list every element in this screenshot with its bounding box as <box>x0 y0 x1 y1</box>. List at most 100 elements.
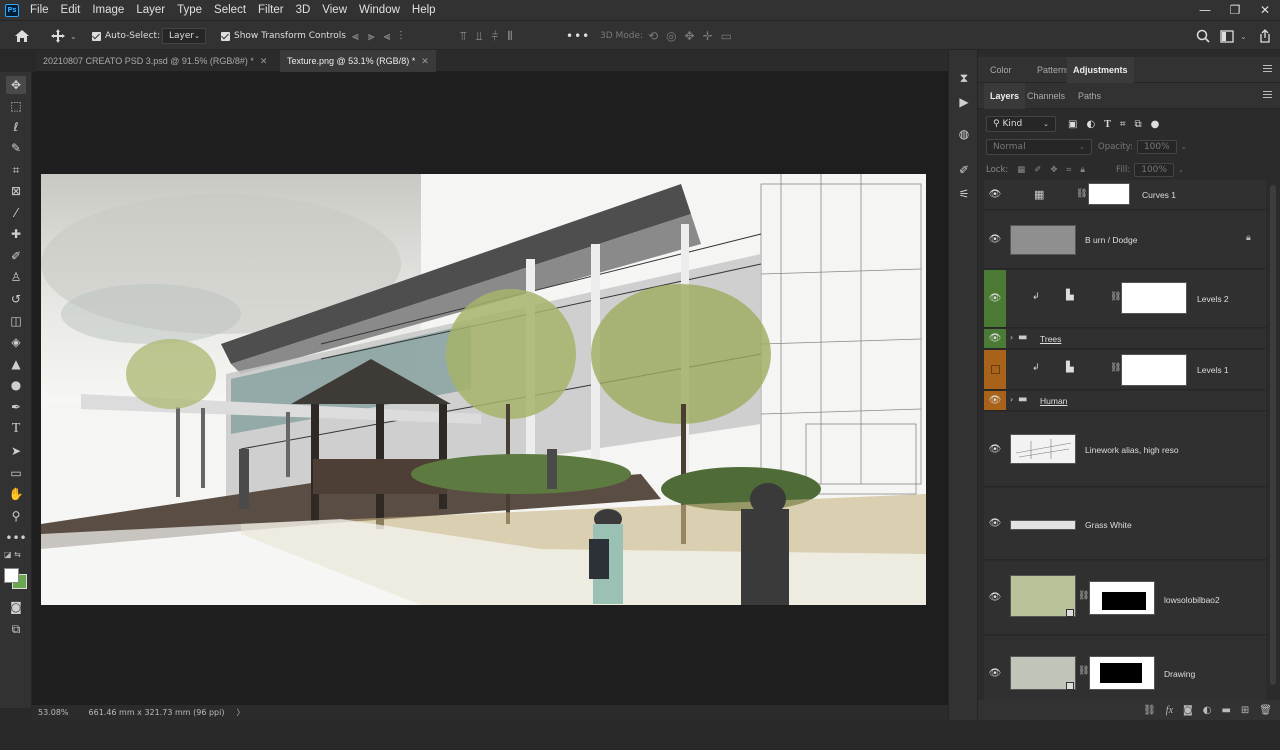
screen-mode-icon[interactable]: ⧉ <box>6 620 26 638</box>
layer-name[interactable]: Human <box>1040 396 1067 406</box>
history-brush-tool-icon[interactable]: ↺ <box>6 290 26 308</box>
workspace-icon[interactable]: ⌄ <box>1220 21 1247 51</box>
tab-paths[interactable]: Paths <box>1072 83 1107 109</box>
menu-select[interactable]: Select <box>214 4 246 16</box>
tab-channels[interactable]: Channels <box>1021 83 1071 109</box>
share-icon[interactable] <box>1258 21 1272 51</box>
lock-position-icon[interactable]: ✥ <box>1050 165 1057 175</box>
search-icon[interactable] <box>1196 21 1210 51</box>
type-tool-icon[interactable]: T <box>6 420 26 438</box>
visibility-eye-icon[interactable]: 👁︎ <box>984 329 1006 348</box>
clone-stamp-tool-icon[interactable]: ♙ <box>6 268 26 286</box>
layer-row-levels-2[interactable]: 👁︎ ↲ ▙ ⛓︎ Levels 2 <box>984 270 1266 328</box>
visibility-eye-icon[interactable]: 👁︎ <box>984 211 1006 268</box>
home-icon[interactable] <box>14 21 30 51</box>
layer-row-burn-dodge[interactable]: 👁︎ B urn / Dodge 🔒︎ <box>984 211 1266 269</box>
link-layers-icon[interactable]: ⛓︎ <box>1143 705 1156 716</box>
shape-filter-icon[interactable]: ⌗ <box>1120 119 1126 130</box>
tab-adjustments[interactable]: Adjustments <box>1067 57 1134 83</box>
smart-object-filter-icon[interactable]: ⧉ <box>1135 119 1142 130</box>
align-left-icon[interactable]: ⫷ <box>352 29 359 44</box>
healing-brush-tool-icon[interactable]: ✚ <box>6 225 26 243</box>
pen-tool-icon[interactable]: ✒ <box>6 398 26 416</box>
layer-mask-thumbnail[interactable] <box>1088 183 1130 205</box>
maximize-button[interactable]: ❐ <box>1220 0 1250 20</box>
add-mask-icon[interactable]: ◙ <box>1183 705 1193 716</box>
align-middle-icon[interactable]: ⫫ <box>476 29 483 44</box>
rectangle-tool-icon[interactable]: ▭ <box>6 464 26 482</box>
move-tool-icon[interactable]: ✥ <box>6 76 26 94</box>
menu-view[interactable]: View <box>322 4 347 16</box>
move-tool-preset-icon[interactable]: ⌄ <box>50 21 77 51</box>
marquee-tool-icon[interactable]: ⬚ <box>6 97 26 115</box>
layer-row-curves-1[interactable]: 👁︎ ▦ ⛓︎ Curves 1 <box>984 180 1266 210</box>
quick-mask-icon[interactable]: ◙ <box>6 598 26 616</box>
layer-group-human[interactable]: 👁︎ › ▬ Human <box>984 391 1266 411</box>
delete-layer-icon[interactable]: 🗑︎ <box>1259 705 1272 716</box>
opacity-dropdown-icon[interactable]: ⌄ <box>1181 143 1187 151</box>
swap-colors-icon[interactable]: ◪ ⇆ <box>4 550 28 562</box>
mask-link-icon[interactable]: ⛓︎ <box>1076 189 1087 199</box>
layer-name[interactable]: Levels 2 <box>1197 294 1229 304</box>
layer-name[interactable]: Grass White <box>1085 520 1132 530</box>
new-adjustment-layer-icon[interactable]: ◐ <box>1203 705 1212 716</box>
layer-row-grass-white[interactable]: 👁︎ Grass White <box>984 488 1266 560</box>
layer-row-lowsolobilbao2[interactable]: 👁︎ ⛓︎ lowsolobilbao2 <box>984 561 1266 635</box>
mask-link-icon[interactable]: ⛓︎ <box>1110 363 1121 373</box>
hand-tool-icon[interactable]: ✋ <box>6 485 26 503</box>
visibility-eye-icon[interactable]: 👁︎ <box>984 270 1006 327</box>
menu-help[interactable]: Help <box>412 4 436 16</box>
mask-link-icon[interactable]: ⛓︎ <box>1078 666 1089 676</box>
layer-mask-thumbnail[interactable] <box>1121 282 1187 314</box>
slide-3d-icon[interactable]: ✛ <box>703 29 713 43</box>
pan-3d-icon[interactable]: ✥ <box>685 29 695 43</box>
tab-texture-png[interactable]: Texture.png @ 53.1% (RGB/8) * ✕ <box>280 50 436 72</box>
brush-settings-icon[interactable]: ✐ <box>955 162 973 178</box>
menu-window[interactable]: Window <box>359 4 400 16</box>
layer-style-icon[interactable]: fx <box>1166 705 1173 716</box>
layer-mask-thumbnail[interactable] <box>1089 581 1155 615</box>
filter-toggle-icon[interactable]: ● <box>1151 119 1160 130</box>
visibility-hidden-box[interactable] <box>984 350 1006 389</box>
layer-name[interactable]: Curves 1 <box>1142 190 1176 200</box>
type-filter-icon[interactable]: T <box>1104 119 1111 130</box>
eyedropper-tool-icon[interactable]: ⁄ <box>6 204 26 222</box>
frame-tool-icon[interactable]: ⊠ <box>6 182 26 200</box>
layer-name[interactable]: Levels 1 <box>1197 365 1229 375</box>
close-button[interactable]: ✕ <box>1250 0 1280 20</box>
layer-group-trees[interactable]: 👁︎ › ▬ Trees <box>984 329 1266 349</box>
blend-mode-dropdown[interactable]: Normal ⌄ <box>986 139 1092 155</box>
adjust-sliders-icon[interactable]: ⚟ <box>955 186 973 202</box>
layer-mask-thumbnail[interactable] <box>1121 354 1187 386</box>
dodge-tool-icon[interactable]: ● <box>6 376 26 394</box>
group-expand-chevron-icon[interactable]: › <box>1010 395 1013 404</box>
pixel-filter-icon[interactable]: ▣ <box>1068 119 1077 130</box>
foreground-color-swatch[interactable] <box>4 568 19 583</box>
lock-image-icon[interactable]: ✐ <box>1034 165 1041 175</box>
blur-tool-icon[interactable]: ▲ <box>6 355 26 373</box>
edit-toolbar-icon[interactable]: ••• <box>5 529 26 547</box>
new-layer-icon[interactable]: ⊞ <box>1241 705 1249 716</box>
layer-row-linework[interactable]: 👁︎ Linework alias, high reso <box>984 412 1266 487</box>
adjustment-filter-icon[interactable]: ◐ <box>1086 119 1095 130</box>
document-image[interactable] <box>41 174 926 605</box>
layer-name[interactable]: B urn / Dodge <box>1085 235 1137 245</box>
opacity-input[interactable]: 100% <box>1136 140 1177 154</box>
mask-link-icon[interactable]: ⛓︎ <box>1078 591 1089 601</box>
menu-filter[interactable]: Filter <box>258 4 284 16</box>
properties-panel-icon[interactable]: ◍ <box>955 126 973 142</box>
auto-select-checkbox[interactable]: Auto-Select: <box>92 21 160 51</box>
visibility-eye-icon[interactable]: 👁︎ <box>984 391 1006 410</box>
quick-select-tool-icon[interactable]: ✎ <box>6 139 26 157</box>
visibility-eye-icon[interactable]: 👁︎ <box>984 636 1006 710</box>
fill-input[interactable]: 100% <box>1134 163 1174 177</box>
path-select-tool-icon[interactable]: ➤ <box>6 442 26 460</box>
layers-panel-menu-icon[interactable] <box>1263 91 1272 98</box>
layer-filter-dropdown[interactable]: ⚲ Kind ⌄ <box>986 116 1056 132</box>
actions-play-icon[interactable]: ▶ <box>955 94 973 110</box>
distribute-v-icon[interactable]: ⫴ <box>507 29 512 44</box>
group-expand-chevron-icon[interactable]: › <box>1010 333 1013 342</box>
close-tab-icon[interactable]: ✕ <box>421 56 429 67</box>
auto-select-target-dropdown[interactable]: Layer ⌄ <box>162 28 206 44</box>
layer-name[interactable]: lowsolobilbao2 <box>1164 595 1220 605</box>
